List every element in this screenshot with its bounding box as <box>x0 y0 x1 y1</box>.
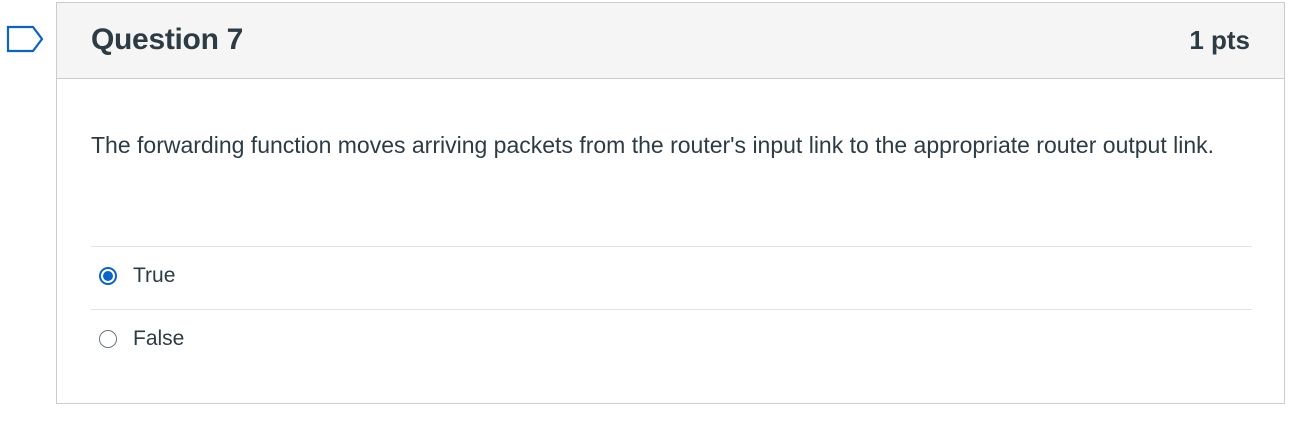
question-card: Question 7 1 pts The forwarding function… <box>56 2 1285 404</box>
answer-option-true[interactable]: True <box>91 246 1252 309</box>
question-points: 1 pts <box>1189 25 1250 55</box>
question-text: The forwarding function moves arriving p… <box>91 132 1215 158</box>
answer-option-false[interactable]: False <box>91 309 1252 372</box>
quiz-page: Question 7 1 pts The forwarding function… <box>0 0 1315 439</box>
radio-false[interactable] <box>99 330 117 348</box>
flag-question-icon[interactable] <box>6 25 44 53</box>
question-title: Question 7 <box>91 23 244 56</box>
answer-label: False <box>133 327 185 350</box>
answer-list: True False <box>91 246 1252 372</box>
answer-label: True <box>133 264 176 287</box>
radio-true[interactable] <box>99 267 117 285</box>
question-header: Question 7 1 pts <box>57 3 1284 79</box>
